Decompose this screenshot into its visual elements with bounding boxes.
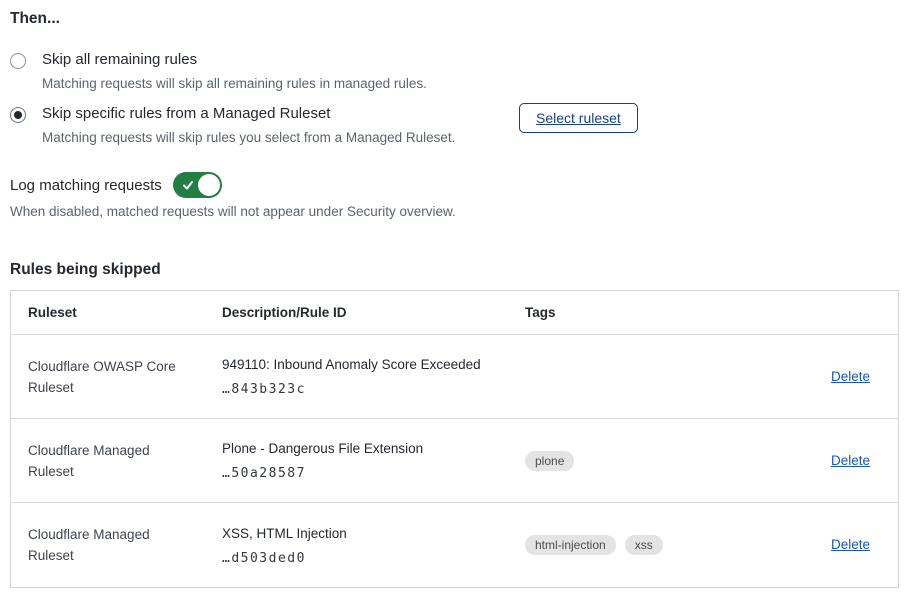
log-matching-toggle[interactable] <box>173 172 222 198</box>
table-row: Cloudflare Managed Ruleset XSS, HTML Inj… <box>11 503 898 587</box>
option-skip-specific-label[interactable]: Skip specific rules from a Managed Rules… <box>42 104 455 124</box>
ruleset-name: Cloudflare Managed Ruleset <box>28 440 190 482</box>
rule-tags: html-injection xss <box>525 535 798 555</box>
option-skip-specific-description: Matching requests will skip rules you se… <box>42 129 455 146</box>
rule-description: XSS, HTML Injection <box>222 525 505 542</box>
option-skip-all-description: Matching requests will skip all remainin… <box>42 75 427 92</box>
toggle-knob <box>198 174 220 196</box>
radio-skip-all[interactable] <box>10 53 26 69</box>
column-header-ruleset: Ruleset <box>11 305 222 320</box>
column-header-description: Description/Rule ID <box>222 305 525 320</box>
log-matching-description: When disabled, matched requests will not… <box>10 204 456 219</box>
table-row: Cloudflare OWASP Core Ruleset 949110: In… <box>11 335 898 419</box>
rule-description: Plone - Dangerous File Extension <box>222 440 505 457</box>
ruleset-name: Cloudflare Managed Ruleset <box>28 524 190 566</box>
then-heading: Then... <box>10 10 60 28</box>
ruleset-name: Cloudflare OWASP Core Ruleset <box>28 356 190 398</box>
rules-being-skipped-heading: Rules being skipped <box>10 261 161 279</box>
rule-tags: plone <box>525 451 798 471</box>
radio-skip-specific[interactable] <box>10 107 26 123</box>
waf-rule-action-panel: Then... Skip all remaining rules Matchin… <box>0 0 911 614</box>
check-icon <box>181 178 195 192</box>
table-header-row: Ruleset Description/Rule ID Tags <box>11 291 898 335</box>
tag-pill: plone <box>525 451 574 471</box>
option-skip-all-label[interactable]: Skip all remaining rules <box>42 50 427 70</box>
delete-rule-link[interactable]: Delete <box>831 453 870 468</box>
delete-rule-link[interactable]: Delete <box>831 369 870 384</box>
delete-rule-link[interactable]: Delete <box>831 537 870 552</box>
option-skip-all[interactable]: Skip all remaining rules Matching reques… <box>10 50 427 92</box>
rule-id: …d503ded0 <box>222 551 505 566</box>
log-matching-label: Log matching requests <box>10 177 162 194</box>
select-ruleset-button[interactable]: Select ruleset <box>519 103 638 133</box>
log-matching-row: Log matching requests <box>10 172 222 198</box>
rule-description: 949110: Inbound Anomaly Score Exceeded <box>222 356 505 373</box>
table-row: Cloudflare Managed Ruleset Plone - Dange… <box>11 419 898 503</box>
option-skip-specific[interactable]: Skip specific rules from a Managed Rules… <box>10 104 455 146</box>
column-header-tags: Tags <box>525 305 798 320</box>
tag-pill: html-injection <box>525 535 616 555</box>
tag-pill: xss <box>625 535 663 555</box>
skipped-rules-table: Ruleset Description/Rule ID Tags Cloudfl… <box>10 290 899 588</box>
rule-id: …50a28587 <box>222 466 505 481</box>
rule-id: …843b323c <box>222 382 505 397</box>
